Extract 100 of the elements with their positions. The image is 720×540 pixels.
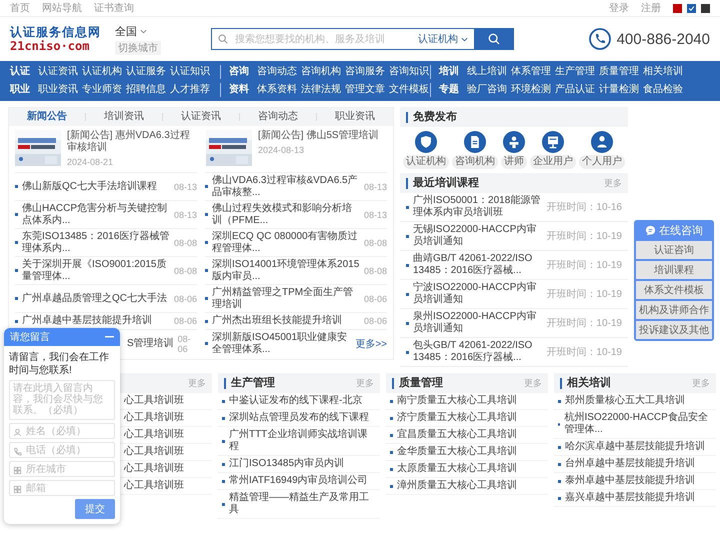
news-tab[interactable]: 培训资讯 [86, 108, 162, 126]
news-tab[interactable]: 咨询动态 [240, 108, 316, 126]
nav-link[interactable]: 质量管理 [599, 65, 639, 79]
input-field[interactable]: 所在城市 [9, 461, 115, 477]
nav-link[interactable]: 文件模板 [389, 83, 429, 97]
publish-button[interactable]: 企业用户 [530, 155, 576, 169]
nav-link[interactable]: 认证机构 [82, 65, 122, 79]
input-field[interactable]: 姓名（必填） [9, 423, 115, 439]
presenter-icon[interactable] [503, 131, 525, 153]
nav-link[interactable]: 咨询机构 [301, 65, 341, 79]
search-field[interactable]: 搜索您想要找的机构、服务及培训 认证机构 [211, 28, 474, 50]
nav-link[interactable]: 食品检验 [643, 83, 683, 97]
consult-button[interactable]: 培训课程 [636, 261, 712, 279]
course-link[interactable]: 泉州ISO22000-HACCP内审员培训通知 [413, 311, 542, 335]
news-tab[interactable]: 新闻公告 [9, 108, 85, 126]
publish-button[interactable]: 认证机构 [403, 155, 449, 169]
consult-button[interactable]: 机构及讲师合作 [636, 301, 712, 319]
nav-link[interactable]: 认证资讯 [38, 65, 78, 79]
course-link[interactable]: 郑州质量核心五大工具培训 [565, 395, 685, 407]
course-link[interactable]: 哈尔滨卓越中基层技能提升培训 [565, 441, 705, 453]
caret-icon[interactable] [140, 28, 147, 34]
course-link[interactable]: 常州IATF16949内审员培训公司 [229, 475, 368, 487]
nav-heading[interactable]: 专题 [439, 83, 459, 97]
nav-heading[interactable]: 培训 [439, 65, 459, 79]
course-link[interactable]: 心工具培训班 [124, 463, 184, 475]
course-link[interactable]: 泰州卓越中基层技能提升培训 [565, 475, 695, 487]
course-link[interactable]: 中鉴认证发布的线下课程-北京 [229, 395, 362, 407]
news-link[interactable]: 深圳ECQ QC 080000有害物质过程管理体... [212, 230, 360, 254]
news-link[interactable]: 关于深圳开展《ISO9001:2015质量管理体... [22, 258, 170, 282]
nav-link[interactable]: 专业师资 [82, 83, 122, 97]
message-field[interactable]: 请在此填入留言内容，我们会尽快与您联系。（必填） [9, 380, 115, 420]
input-field[interactable]: 电话（必填） [9, 442, 115, 458]
shield-icon[interactable] [415, 131, 437, 153]
news-link[interactable]: 佛山过程失效模式和影响分析培训（PFME... [212, 202, 360, 226]
news-link[interactable]: 佛山新版QC七大手法培训课程 [22, 180, 170, 192]
consult-button[interactable]: 体系文件模板 [636, 281, 712, 299]
course-link[interactable]: 广州ISO50001：2018能源管理体系内审员培训班 [413, 195, 542, 219]
nav-link[interactable]: 验厂咨询 [467, 83, 507, 97]
logo-title[interactable]: 认证服务信息网 [10, 25, 101, 39]
nav-link[interactable]: 咨询动态 [257, 65, 297, 79]
theme-swatch[interactable] [673, 4, 682, 12]
board-icon[interactable] [542, 131, 564, 153]
nav-link[interactable]: 法律法规 [301, 83, 341, 97]
nav-link[interactable]: 产品认证 [555, 83, 595, 97]
logo-domain[interactable]: 21cniso·com [10, 39, 101, 53]
nav-link[interactable]: 生产管理 [555, 65, 595, 79]
course-link[interactable]: 包头GB/T 42061-2022/ISO 13485：2016医疗器械... [413, 340, 542, 364]
nav-link[interactable]: 管理文章 [345, 83, 385, 97]
consult-button[interactable]: 认证咨询 [636, 241, 712, 259]
city-label[interactable]: 全国 [115, 24, 137, 38]
course-link[interactable]: 深圳站点管理员发布的线下课程 [229, 412, 369, 424]
course-link[interactable]: 金华质量五大核心工具培训 [397, 446, 517, 458]
top-link[interactable]: 注册 [641, 1, 661, 15]
course-link[interactable]: 心工具培训班 [124, 446, 184, 458]
news-link[interactable]: 深圳新版ISO45001职业健康安全管理体系... [212, 332, 352, 356]
featured-title[interactable]: [新闻公告] 佛山5S管理培训 [258, 130, 379, 142]
more-link[interactable]: 更多>> [355, 336, 387, 350]
news-tab[interactable]: 职业资讯 [317, 108, 393, 126]
nav-link[interactable]: 人才推荐 [170, 83, 210, 97]
course-link[interactable]: 江门ISO13485内审员内训 [229, 458, 344, 470]
search-button[interactable] [474, 28, 514, 50]
caret-icon[interactable] [461, 36, 468, 42]
course-link[interactable]: 漳州质量五大核心工具培训 [397, 480, 517, 492]
input-field[interactable]: 邮箱 [9, 480, 115, 496]
person-icon[interactable] [591, 131, 613, 153]
publish-button[interactable]: 个人用户 [579, 155, 625, 169]
nav-link[interactable]: 咨询服务 [345, 65, 385, 79]
course-link[interactable]: 太原质量五大核心工具培训 [397, 463, 517, 475]
nav-link[interactable]: 体系资料 [257, 83, 297, 97]
nav-link[interactable]: 咨询知识 [389, 65, 429, 79]
news-link[interactable]: 佛山VDA6.3过程审核&VDA6.5产品审核整... [212, 174, 360, 198]
course-link[interactable]: 心工具培训班 [124, 395, 184, 407]
document-icon[interactable] [464, 131, 486, 153]
nav-link[interactable]: 职业资讯 [38, 83, 78, 97]
course-link[interactable]: 广州TTT企业培训师实战培训课程 [228, 429, 376, 453]
course-link[interactable]: 嘉兴卓越中基层技能提升培训 [565, 492, 695, 504]
nav-heading[interactable]: 职业 [10, 83, 30, 97]
theme-swatch[interactable] [687, 4, 696, 12]
course-link[interactable]: 无锡ISO22000-HACCP内审员培训通知 [413, 224, 542, 248]
course-link[interactable]: 济宁质量五大核心工具培训 [397, 412, 517, 424]
nav-heading[interactable]: 认证 [10, 65, 30, 79]
course-link[interactable]: 南宁质量五大核心工具培训 [397, 395, 517, 407]
course-link[interactable]: 曲靖GB/T 42061-2022/ISO 13485：2016医疗器械... [413, 253, 542, 277]
nav-link[interactable]: 体系管理 [511, 65, 551, 79]
course-link[interactable]: 心工具培训班 [124, 480, 184, 492]
course-link[interactable]: 心工具培训班 [124, 429, 184, 441]
publish-button[interactable]: 咨询机构 [452, 155, 498, 169]
news-link[interactable]: 广州卓越中基层技能提升培训 [22, 315, 170, 327]
nav-link[interactable]: 相关培训 [643, 65, 683, 79]
nav-heading[interactable]: 咨询 [229, 65, 249, 79]
news-link[interactable]: 广州杰出班组长技能提升培训 [212, 315, 360, 327]
course-link[interactable]: 心工具培训班 [124, 412, 184, 424]
course-link[interactable]: 台州卓越中基层技能提升培训 [565, 458, 695, 470]
course-link[interactable]: 杭州ISO22000-HACCP食品安全管理体... [564, 412, 712, 436]
course-link[interactable]: 精益管理——精益生产及常用工具 [228, 492, 376, 516]
news-link[interactable]: 广州卓越品质管理之QC七大手法 [22, 292, 170, 304]
minimize-icon[interactable] [105, 336, 114, 338]
course-link[interactable]: 宜昌质量五大核心工具培训 [397, 429, 517, 441]
nav-link[interactable]: 线上培训 [467, 65, 507, 79]
course-link[interactable]: 宁波ISO22000-HACCP内审员培训通知 [413, 282, 542, 306]
